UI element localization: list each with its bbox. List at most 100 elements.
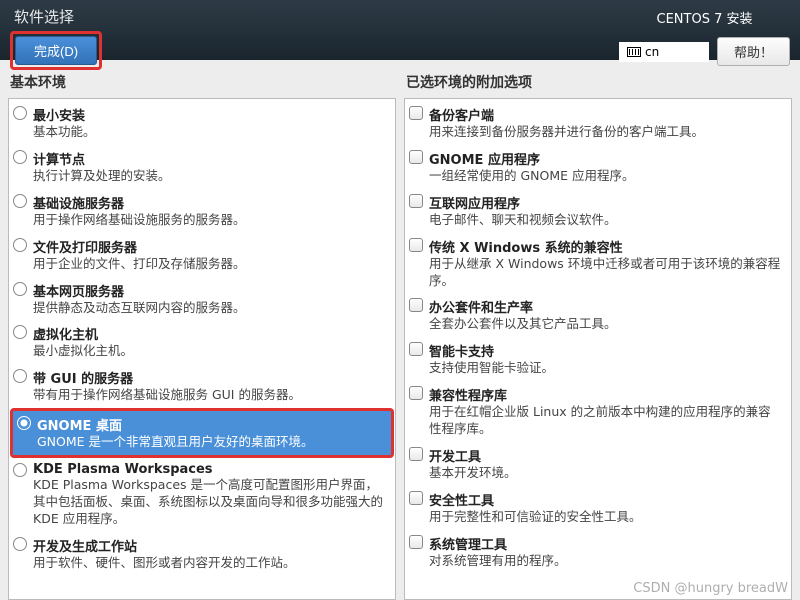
option-desc: 最小虚拟化主机。 (33, 343, 387, 360)
option-text: 虚拟化主机最小虚拟化主机。 (33, 324, 387, 360)
checkbox-icon[interactable] (409, 194, 423, 208)
addons-column: 已选环境的附加选项 备份客户端用来连接到备份服务器并进行备份的客户端工具。 GNO… (404, 68, 792, 600)
radio-icon[interactable] (13, 282, 27, 296)
page-title: 软件选择 (10, 6, 102, 27)
option-text: 系统管理工具对系统管理有用的程序。 (429, 534, 783, 570)
option-desc: KDE Plasma Workspaces 是一个高度可配置图形用户界面，其中包… (33, 477, 387, 528)
option-title: 文件及打印服务器 (33, 237, 387, 256)
addon-option[interactable]: 传统 X Windows 系统的兼容性用于从继承 X Windows 环境中迁移… (405, 233, 791, 294)
keyboard-indicator[interactable]: cn (619, 42, 709, 62)
option-title: 虚拟化主机 (33, 324, 387, 343)
addon-option[interactable]: 兼容性程序库用于在红帽企业版 Linux 的之前版本中构建的应用程序的兼容性程序… (405, 381, 791, 442)
header-right: CENTOS 7 安装 cn 帮助！ (619, 0, 790, 60)
radio-icon[interactable] (17, 416, 31, 430)
selected-highlight: GNOME 桌面GNOME 是一个非常直观且用户友好的桌面环境。 (10, 408, 394, 458)
done-button[interactable]: 完成(D) (15, 36, 97, 65)
content: 基本环境 最小安装基本功能。计算节点执行计算及处理的安装。基础设施服务器用于操作… (0, 60, 800, 600)
help-button[interactable]: 帮助！ (717, 37, 790, 66)
env-option[interactable]: 文件及打印服务器用于企业的文件、打印及存储服务器。 (9, 233, 395, 277)
radio-icon[interactable] (13, 325, 27, 339)
radio-icon[interactable] (13, 106, 27, 120)
checkbox-icon[interactable] (409, 106, 423, 120)
option-desc: 用于操作网络基础设施服务的服务器。 (33, 212, 387, 229)
option-text: 互联网应用程序电子邮件、聊天和视频会议软件。 (429, 193, 783, 229)
checkbox-icon[interactable] (409, 386, 423, 400)
checkbox-icon[interactable] (409, 535, 423, 549)
addon-option[interactable]: 智能卡支持支持使用智能卡验证。 (405, 337, 791, 381)
option-desc: 用来连接到备份服务器并进行备份的客户端工具。 (429, 124, 783, 141)
env-option[interactable]: 基本网页服务器提供静态及动态互联网内容的服务器。 (9, 277, 395, 321)
option-desc: 基本开发环境。 (429, 465, 783, 482)
option-text: 开发工具基本开发环境。 (429, 446, 783, 482)
option-desc: 支持使用智能卡验证。 (429, 360, 783, 377)
option-text: 基础设施服务器用于操作网络基础设施服务的服务器。 (33, 193, 387, 229)
env-option[interactable]: KDE Plasma WorkspacesKDE Plasma Workspac… (9, 458, 395, 532)
option-desc: 带有用于操作网络基础设施服务 GUI 的服务器。 (33, 387, 387, 404)
option-desc: 电子邮件、聊天和视频会议软件。 (429, 212, 783, 229)
addon-option[interactable]: 互联网应用程序电子邮件、聊天和视频会议软件。 (405, 189, 791, 233)
checkbox-icon[interactable] (409, 238, 423, 252)
addon-option[interactable]: 办公套件和生产率全套办公套件以及其它产品工具。 (405, 293, 791, 337)
addons-heading: 已选环境的附加选项 (404, 68, 792, 98)
keyboard-icon (627, 47, 641, 57)
addons-listbox[interactable]: 备份客户端用来连接到备份服务器并进行备份的客户端工具。 GNOME 应用程序一组经… (404, 98, 792, 600)
option-title: GNOME 桌面 (37, 415, 383, 434)
base-env-heading: 基本环境 (8, 68, 396, 98)
addon-option[interactable]: 安全性工具用于完整性和可信验证的安全性工具。 (405, 486, 791, 530)
option-text: 开发及生成工作站用于软件、硬件、图形或者内容开发的工作站。 (33, 536, 387, 572)
env-option[interactable]: GNOME 桌面GNOME 是一个非常直观且用户友好的桌面环境。 (13, 411, 391, 455)
option-text: 办公套件和生产率全套办公套件以及其它产品工具。 (429, 297, 783, 333)
option-text: 带 GUI 的服务器带有用于操作网络基础设施服务 GUI 的服务器。 (33, 368, 387, 404)
option-title: 基本网页服务器 (33, 281, 387, 300)
option-text: 智能卡支持支持使用智能卡验证。 (429, 341, 783, 377)
radio-icon[interactable] (13, 369, 27, 383)
addon-option[interactable]: GNOME 应用程序一组经常使用的 GNOME 应用程序。 (405, 145, 791, 189)
checkbox-icon[interactable] (409, 298, 423, 312)
option-text: 基本网页服务器提供静态及动态互联网内容的服务器。 (33, 281, 387, 317)
radio-icon[interactable] (13, 463, 27, 477)
base-env-column: 基本环境 最小安装基本功能。计算节点执行计算及处理的安装。基础设施服务器用于操作… (8, 68, 396, 600)
addon-option[interactable]: 开发工具基本开发环境。 (405, 442, 791, 486)
option-text: 文件及打印服务器用于企业的文件、打印及存储服务器。 (33, 237, 387, 273)
option-text: GNOME 桌面GNOME 是一个非常直观且用户友好的桌面环境。 (37, 415, 383, 451)
env-option[interactable]: 开发及生成工作站用于软件、硬件、图形或者内容开发的工作站。 (9, 532, 395, 576)
option-desc: 用于软件、硬件、图形或者内容开发的工作站。 (33, 555, 387, 572)
radio-icon[interactable] (13, 150, 27, 164)
option-desc: 基本功能。 (33, 124, 387, 141)
checkbox-icon[interactable] (409, 447, 423, 461)
option-title: 开发工具 (429, 446, 783, 465)
addon-option[interactable]: 系统管理工具对系统管理有用的程序。 (405, 530, 791, 574)
checkbox-icon[interactable] (409, 150, 423, 164)
option-desc: 一组经常使用的 GNOME 应用程序。 (429, 168, 783, 185)
checkbox-icon[interactable] (409, 342, 423, 356)
env-option[interactable]: 虚拟化主机最小虚拟化主机。 (9, 320, 395, 364)
option-title: 系统管理工具 (429, 534, 783, 553)
option-desc: 对系统管理有用的程序。 (429, 553, 783, 570)
radio-icon[interactable] (13, 537, 27, 551)
option-title: KDE Plasma Workspaces (33, 462, 387, 477)
option-desc: 提供静态及动态互联网内容的服务器。 (33, 300, 387, 317)
option-text: 最小安装基本功能。 (33, 105, 387, 141)
checkbox-icon[interactable] (409, 491, 423, 505)
env-option[interactable]: 带 GUI 的服务器带有用于操作网络基础设施服务 GUI 的服务器。 (9, 364, 395, 408)
header-controls: cn 帮助！ (619, 37, 790, 66)
option-title: 开发及生成工作站 (33, 536, 387, 555)
option-title: 最小安装 (33, 105, 387, 124)
option-desc: 用于从继承 X Windows 环境中迁移或者可用于该环境的兼容程序。 (429, 256, 783, 290)
env-option[interactable]: 最小安装基本功能。 (9, 101, 395, 145)
option-desc: 用于在红帽企业版 Linux 的之前版本中构建的应用程序的兼容性程序库。 (429, 404, 783, 438)
option-text: KDE Plasma WorkspacesKDE Plasma Workspac… (33, 462, 387, 528)
radio-icon[interactable] (13, 194, 27, 208)
option-desc: GNOME 是一个非常直观且用户友好的桌面环境。 (37, 434, 383, 451)
option-text: GNOME 应用程序一组经常使用的 GNOME 应用程序。 (429, 149, 783, 185)
base-env-listbox[interactable]: 最小安装基本功能。计算节点执行计算及处理的安装。基础设施服务器用于操作网络基础设… (8, 98, 396, 600)
env-option[interactable]: 计算节点执行计算及处理的安装。 (9, 145, 395, 189)
option-title: GNOME 应用程序 (429, 149, 783, 168)
addon-option[interactable]: 备份客户端用来连接到备份服务器并进行备份的客户端工具。 (405, 101, 791, 145)
env-option[interactable]: 基础设施服务器用于操作网络基础设施服务的服务器。 (9, 189, 395, 233)
option-desc: 执行计算及处理的安装。 (33, 168, 387, 185)
installer-title: CENTOS 7 安装 (657, 8, 753, 27)
radio-icon[interactable] (13, 238, 27, 252)
option-title: 办公套件和生产率 (429, 297, 783, 316)
option-text: 备份客户端用来连接到备份服务器并进行备份的客户端工具。 (429, 105, 783, 141)
